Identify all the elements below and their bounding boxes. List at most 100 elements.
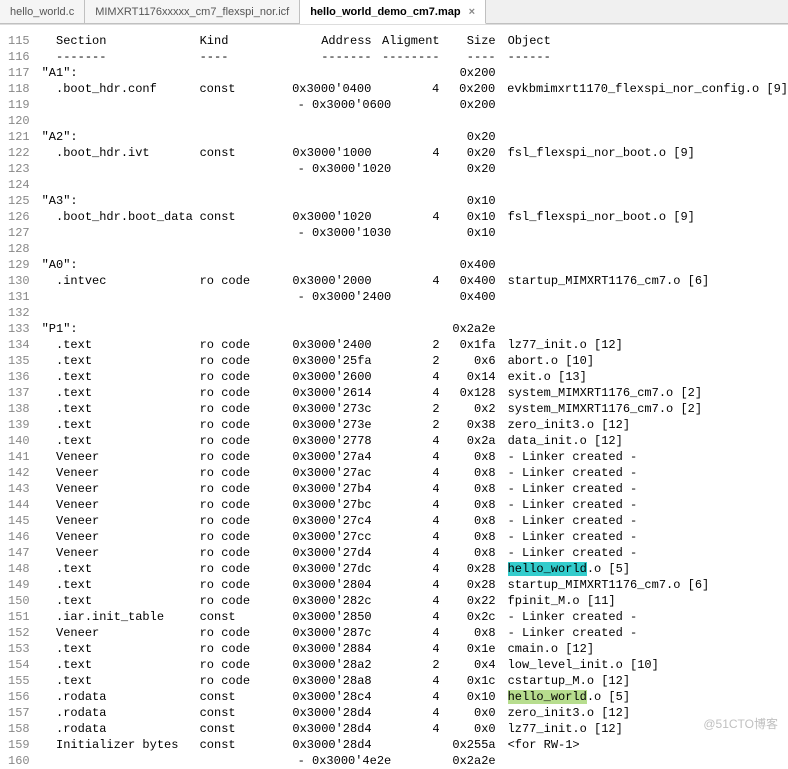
line-number: 116 <box>8 49 30 65</box>
line-number: 154 <box>8 657 30 673</box>
line-number: 138 <box>8 401 30 417</box>
editor-line: .intvecro code0x3000'200040x400startup_M… <box>42 273 788 289</box>
editor-line <box>42 113 788 129</box>
line-number: 128 <box>8 241 30 257</box>
editor-line: Initializer bytesconst0x3000'28d40x255a<… <box>42 737 788 753</box>
editor-line: .boot_hdr.boot_dataconst0x3000'102040x10… <box>42 209 788 225</box>
tab-label: MIMXRT1176xxxxx_cm7_flexspi_nor.icf <box>95 6 289 18</box>
editor-line: Veneerro code0x3000'27ac40x8- Linker cre… <box>42 465 788 481</box>
editor-line: Veneerro code0x3000'27d440x8- Linker cre… <box>42 545 788 561</box>
editor-line: "P1":0x2a2e <box>42 321 788 337</box>
editor-line: .textro code0x3000'28a840x1ccstartup_M.o… <box>42 673 788 689</box>
line-number: 124 <box>8 177 30 193</box>
editor-line: - 0x3000'10300x10 <box>42 225 788 241</box>
line-number: 146 <box>8 529 30 545</box>
line-number: 122 <box>8 145 30 161</box>
editor-line: Veneerro code0x3000'27a440x8- Linker cre… <box>42 449 788 465</box>
editor-line: .textro code0x3000'240020x1falz77_init.o… <box>42 337 788 353</box>
editor-line: .boot_hdr.ivtconst0x3000'100040x20fsl_fl… <box>42 145 788 161</box>
line-number: 149 <box>8 577 30 593</box>
line-number: 158 <box>8 721 30 737</box>
editor-line: .textro code0x3000'27dc40x28hello_world.… <box>42 561 788 577</box>
editor-line: .textro code0x3000'273e20x38zero_init3.o… <box>42 417 788 433</box>
tab-0[interactable]: hello_world.c <box>0 0 85 23</box>
editor-line: Veneerro code0x3000'27cc40x8- Linker cre… <box>42 529 788 545</box>
editor-line: - 0x3000'06000x200 <box>42 97 788 113</box>
editor-line: Veneerro code0x3000'27bc40x8- Linker cre… <box>42 497 788 513</box>
line-number: 134 <box>8 337 30 353</box>
editor-line: "A1":0x200 <box>42 65 788 81</box>
line-number: 125 <box>8 193 30 209</box>
line-number: 147 <box>8 545 30 561</box>
line-number: 159 <box>8 737 30 753</box>
editor-line: .textro code0x3000'25fa20x6abort.o [10] <box>42 353 788 369</box>
editor-line: - 0x3000'10200x20 <box>42 161 788 177</box>
line-number: 155 <box>8 673 30 689</box>
editor-line <box>42 177 788 193</box>
editor-line: .textro code0x3000'282c40x22fpinit_M.o [… <box>42 593 788 609</box>
line-number: 142 <box>8 465 30 481</box>
line-number: 123 <box>8 161 30 177</box>
editor-line: .boot_hdr.confconst0x3000'040040x200evkb… <box>42 81 788 97</box>
line-number: 136 <box>8 369 30 385</box>
editor-line: .textro code0x3000'261440x128system_MIMX… <box>42 385 788 401</box>
line-number: 131 <box>8 289 30 305</box>
editor-line: .textro code0x3000'260040x14exit.o [13] <box>42 369 788 385</box>
editor-line: .textro code0x3000'28a220x4low_level_ini… <box>42 657 788 673</box>
editor-line: .textro code0x3000'277840x2adata_init.o … <box>42 433 788 449</box>
editor-line: ------------------------------------ <box>42 49 788 65</box>
line-number-gutter: 1151161171181191201211221231241251261271… <box>0 33 42 769</box>
editor-line: "A3":0x10 <box>42 193 788 209</box>
line-number: 153 <box>8 641 30 657</box>
editor-line: SectionKindAddressAligmentSizeObject <box>42 33 788 49</box>
editor-line: Veneerro code0x3000'27b440x8- Linker cre… <box>42 481 788 497</box>
line-number: 145 <box>8 513 30 529</box>
line-number: 121 <box>8 129 30 145</box>
line-number: 139 <box>8 417 30 433</box>
editor-content[interactable]: SectionKindAddressAligmentSizeObject ---… <box>42 33 788 769</box>
line-number: 129 <box>8 257 30 273</box>
line-number: 119 <box>8 97 30 113</box>
line-number: 143 <box>8 481 30 497</box>
editor-line: .rodataconst0x3000'28d440x0lz77_init.o [… <box>42 721 788 737</box>
line-number: 115 <box>8 33 30 49</box>
line-number: 133 <box>8 321 30 337</box>
line-number: 117 <box>8 65 30 81</box>
tab-bar: hello_world.c MIMXRT1176xxxxx_cm7_flexspi… <box>0 0 788 24</box>
line-number: 127 <box>8 225 30 241</box>
editor-line: Veneerro code0x3000'27c440x8- Linker cre… <box>42 513 788 529</box>
close-icon[interactable]: × <box>469 6 475 18</box>
editor-line: .rodataconst0x3000'28d440x0zero_init3.o … <box>42 705 788 721</box>
editor-line: .iar.init_tableconst0x3000'285040x2c- Li… <box>42 609 788 625</box>
editor-line: .textro code0x3000'288440x1ecmain.o [12] <box>42 641 788 657</box>
line-number: 150 <box>8 593 30 609</box>
line-number: 141 <box>8 449 30 465</box>
line-number: 118 <box>8 81 30 97</box>
line-number: 144 <box>8 497 30 513</box>
editor-line: "A2":0x20 <box>42 129 788 145</box>
editor-line: Veneerro code0x3000'287c40x8- Linker cre… <box>42 625 788 641</box>
line-number: 160 <box>8 753 30 769</box>
line-number: 130 <box>8 273 30 289</box>
line-number: 157 <box>8 705 30 721</box>
line-number: 140 <box>8 433 30 449</box>
editor-line: - 0x3000'24000x400 <box>42 289 788 305</box>
editor-line <box>42 241 788 257</box>
line-number: 152 <box>8 625 30 641</box>
tab-1[interactable]: MIMXRT1176xxxxx_cm7_flexspi_nor.icf <box>85 0 300 23</box>
search-match: hello_world <box>508 690 587 704</box>
tab-2[interactable]: hello_world_demo_cm7.map × <box>300 0 486 24</box>
editor-line <box>42 305 788 321</box>
search-match: hello_world <box>508 562 587 576</box>
editor-area[interactable]: 1151161171181191201211221231241251261271… <box>0 24 788 769</box>
editor-line: - 0x3000'4e2e0x2a2e <box>42 753 788 769</box>
line-number: 137 <box>8 385 30 401</box>
line-number: 151 <box>8 609 30 625</box>
line-number: 132 <box>8 305 30 321</box>
line-number: 126 <box>8 209 30 225</box>
editor-line: .rodataconst0x3000'28c440x10hello_world.… <box>42 689 788 705</box>
editor-line: .textro code0x3000'280440x28startup_MIMX… <box>42 577 788 593</box>
line-number: 148 <box>8 561 30 577</box>
tab-label: hello_world_demo_cm7.map <box>310 6 460 18</box>
editor-line: "A0":0x400 <box>42 257 788 273</box>
